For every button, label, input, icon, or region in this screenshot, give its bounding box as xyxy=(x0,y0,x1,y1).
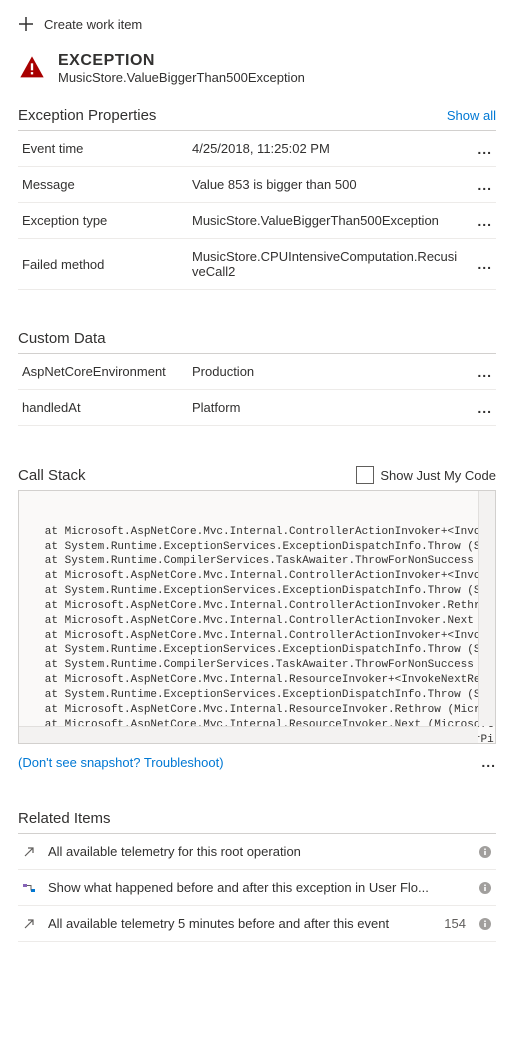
exception-header: EXCEPTION MusicStore.ValueBiggerThan500E… xyxy=(18,52,496,85)
call-stack-heading: Call Stack xyxy=(18,467,86,484)
call-stack-header: Call Stack Show Just My Code xyxy=(18,466,496,484)
open-arrow-icon xyxy=(22,917,36,931)
show-my-code-checkbox[interactable]: Show Just My Code xyxy=(356,466,496,484)
related-items-heading: Related Items xyxy=(18,810,111,827)
troubleshoot-link[interactable]: (Don't see snapshot? Troubleshoot) xyxy=(18,755,224,770)
property-row: handledAtPlatform... xyxy=(18,390,496,426)
property-value: MusicStore.CPUIntensiveComputation.Recus… xyxy=(192,249,492,279)
related-item-count: 154 xyxy=(444,916,466,931)
exception-subtitle: MusicStore.ValueBiggerThan500Exception xyxy=(58,70,305,85)
custom-data-table: AspNetCoreEnvironmentProduction...handle… xyxy=(18,354,496,426)
related-item-text: All available telemetry 5 minutes before… xyxy=(48,916,432,931)
related-items-header: Related Items xyxy=(18,810,496,834)
more-actions-button[interactable]: ... xyxy=(481,754,496,770)
property-key: Exception type xyxy=(22,213,192,228)
property-row: MessageValue 853 is bigger than 500... xyxy=(18,167,496,203)
property-key: Event time xyxy=(22,141,192,156)
property-row: Exception typeMusicStore.ValueBiggerThan… xyxy=(18,203,496,239)
row-more-button[interactable]: ... xyxy=(477,364,492,380)
property-value: Production xyxy=(192,364,492,379)
user-flow-icon xyxy=(22,881,36,895)
show-all-link[interactable]: Show all xyxy=(447,108,496,123)
property-value: Value 853 is bigger than 500 xyxy=(192,177,492,192)
call-stack-content: at Microsoft.AspNetCore.Mvc.Internal.Con… xyxy=(25,525,489,744)
checkbox-icon xyxy=(356,466,374,484)
warning-triangle-icon xyxy=(18,54,46,82)
custom-data-header: Custom Data xyxy=(18,330,496,354)
properties-section-header: Exception Properties Show all xyxy=(18,107,496,131)
plus-icon xyxy=(18,16,34,32)
row-more-button[interactable]: ... xyxy=(477,141,492,157)
property-value: MusicStore.ValueBiggerThan500Exception xyxy=(192,213,492,228)
custom-data-heading: Custom Data xyxy=(18,330,106,347)
info-icon xyxy=(478,881,492,895)
properties-heading: Exception Properties xyxy=(18,107,156,124)
info-icon xyxy=(478,917,492,931)
related-item[interactable]: All available telemetry 5 minutes before… xyxy=(18,906,496,942)
related-item-text: Show what happened before and after this… xyxy=(48,880,454,895)
properties-table: Event time4/25/2018, 11:25:02 PM...Messa… xyxy=(18,131,496,290)
open-arrow-icon xyxy=(22,845,36,859)
row-more-button[interactable]: ... xyxy=(477,400,492,416)
property-value: Platform xyxy=(192,400,492,415)
create-work-item-button[interactable]: Create work item xyxy=(18,16,496,32)
show-my-code-label: Show Just My Code xyxy=(380,468,496,483)
related-item-text: All available telemetry for this root op… xyxy=(48,844,454,859)
related-item[interactable]: All available telemetry for this root op… xyxy=(18,834,496,870)
property-row: AspNetCoreEnvironmentProduction... xyxy=(18,354,496,390)
property-key: AspNetCoreEnvironment xyxy=(22,364,192,379)
property-row: Event time4/25/2018, 11:25:02 PM... xyxy=(18,131,496,167)
troubleshoot-row: (Don't see snapshot? Troubleshoot) ... xyxy=(18,754,496,770)
call-stack-box[interactable]: at Microsoft.AspNetCore.Mvc.Internal.Con… xyxy=(18,490,496,744)
property-value: 4/25/2018, 11:25:02 PM xyxy=(192,141,492,156)
property-key: Failed method xyxy=(22,257,192,272)
related-item[interactable]: Show what happened before and after this… xyxy=(18,870,496,906)
property-key: Message xyxy=(22,177,192,192)
horizontal-scrollbar[interactable] xyxy=(19,726,478,743)
row-more-button[interactable]: ... xyxy=(477,177,492,193)
create-work-item-label: Create work item xyxy=(44,17,142,32)
property-row: Failed methodMusicStore.CPUIntensiveComp… xyxy=(18,239,496,290)
row-more-button[interactable]: ... xyxy=(477,213,492,229)
related-items-list: All available telemetry for this root op… xyxy=(18,834,496,942)
row-more-button[interactable]: ... xyxy=(477,256,492,272)
vertical-scrollbar[interactable] xyxy=(478,491,495,726)
property-key: handledAt xyxy=(22,400,192,415)
exception-title: EXCEPTION xyxy=(58,52,305,70)
info-icon xyxy=(478,845,492,859)
